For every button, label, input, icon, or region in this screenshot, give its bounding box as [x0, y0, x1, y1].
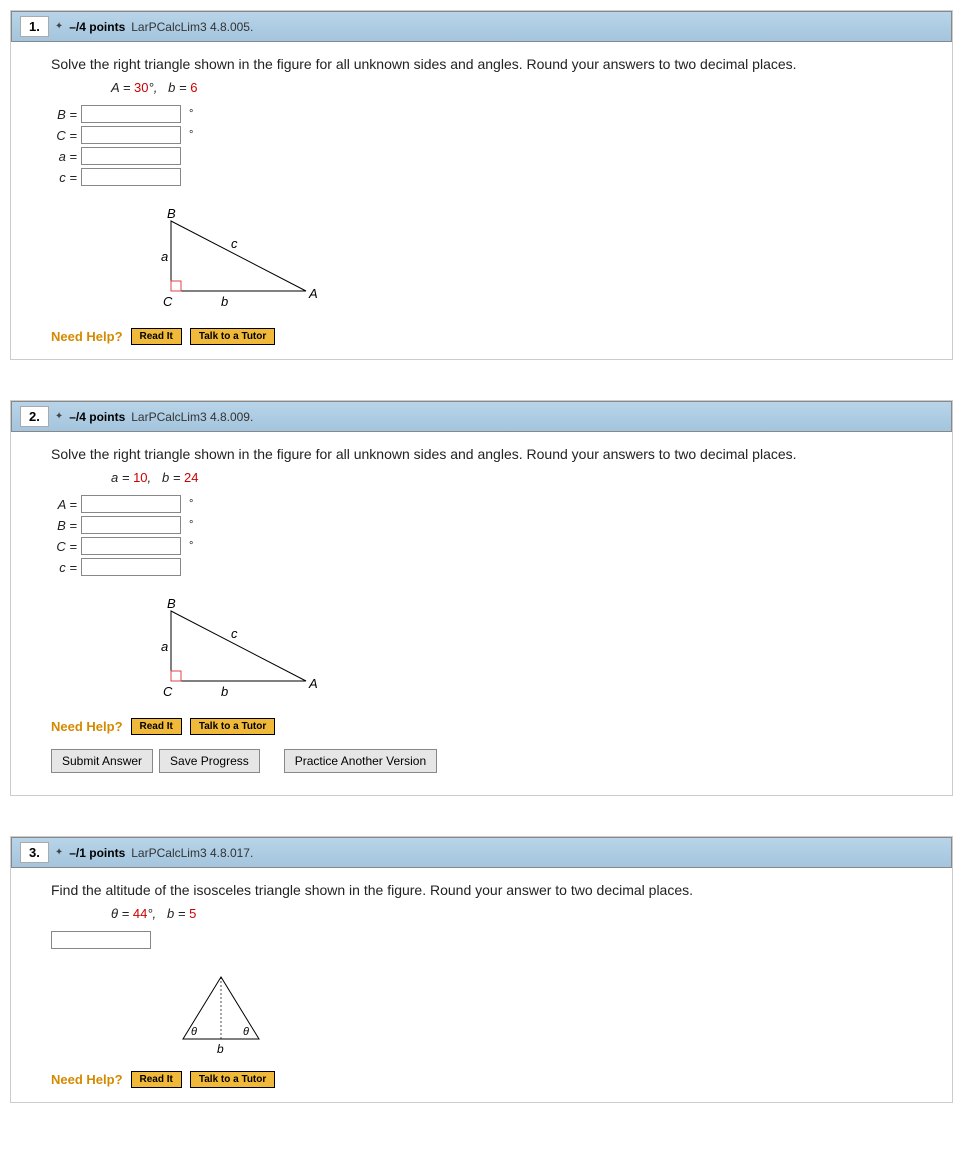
talk-tutor-button[interactable]: Talk to a Tutor [190, 328, 275, 345]
question-1: 1. ✦ –/4 points LarPCalcLim3 4.8.005. So… [10, 10, 953, 360]
svg-text:θ: θ [243, 1026, 249, 1038]
save-progress-button[interactable]: Save Progress [159, 749, 260, 773]
answer-row-c: c = [51, 558, 932, 576]
submit-answer-button[interactable]: Submit Answer [51, 749, 153, 773]
triangle-figure: B a c C b A [161, 596, 932, 706]
question-3: 3. ✦ –/1 points LarPCalcLim3 4.8.017. Fi… [10, 836, 953, 1103]
answer-row-C: C = ° [51, 537, 932, 555]
expand-icon[interactable]: ✦ [55, 411, 63, 422]
given-values: a = 10, b = 24 [111, 470, 932, 485]
need-help-label: Need Help? [51, 1072, 123, 1087]
svg-text:a: a [161, 249, 168, 264]
points-label: –/1 points [69, 846, 125, 860]
question-body: Solve the right triangle shown in the fi… [11, 42, 952, 359]
question-prompt: Solve the right triangle shown in the fi… [51, 56, 932, 72]
svg-text:A: A [308, 676, 318, 691]
question-2: 2. ✦ –/4 points LarPCalcLim3 4.8.009. So… [10, 400, 953, 796]
answer-input-B[interactable] [81, 516, 181, 534]
answer-input-A[interactable] [81, 495, 181, 513]
right-triangle-svg: B a c C b A [161, 206, 321, 316]
book-reference: LarPCalcLim3 4.8.017. [131, 846, 253, 860]
answer-input-c[interactable] [81, 168, 181, 186]
svg-text:C: C [163, 294, 173, 309]
question-prompt: Find the altitude of the isosceles trian… [51, 882, 932, 898]
answer-input-altitude[interactable] [51, 931, 151, 949]
triangle-figure: B a c C b A [161, 206, 932, 316]
question-header: 1. ✦ –/4 points LarPCalcLim3 4.8.005. [11, 11, 952, 42]
question-number: 2. [20, 406, 49, 427]
svg-text:c: c [231, 626, 238, 641]
answer-input-c[interactable] [81, 558, 181, 576]
svg-text:b: b [221, 294, 228, 309]
svg-text:b: b [221, 684, 228, 699]
answer-input-B[interactable] [81, 105, 181, 123]
need-help-bar: Need Help? Read It Talk to a Tutor [51, 1071, 932, 1088]
practice-another-button[interactable]: Practice Another Version [284, 749, 437, 773]
answer-row-B: B = ° [51, 516, 932, 534]
points-label: –/4 points [69, 20, 125, 34]
answer-row-a: a = [51, 147, 932, 165]
svg-text:a: a [161, 639, 168, 654]
answer-row-c: c = [51, 168, 932, 186]
question-body: Solve the right triangle shown in the fi… [11, 432, 952, 795]
talk-tutor-button[interactable]: Talk to a Tutor [190, 1071, 275, 1088]
question-prompt: Solve the right triangle shown in the fi… [51, 446, 932, 462]
answer-input-a[interactable] [81, 147, 181, 165]
isosceles-triangle-svg: θ θ b [171, 969, 271, 1059]
expand-icon[interactable]: ✦ [55, 847, 63, 858]
svg-text:b: b [217, 1042, 224, 1056]
read-it-button[interactable]: Read It [131, 1071, 182, 1088]
book-reference: LarPCalcLim3 4.8.005. [131, 20, 253, 34]
given-values: θ = 44°, b = 5 [111, 906, 932, 921]
answer-row-altitude [51, 931, 932, 949]
book-reference: LarPCalcLim3 4.8.009. [131, 410, 253, 424]
talk-tutor-button[interactable]: Talk to a Tutor [190, 718, 275, 735]
read-it-button[interactable]: Read It [131, 328, 182, 345]
svg-text:C: C [163, 684, 173, 699]
points-label: –/4 points [69, 410, 125, 424]
answer-input-C[interactable] [81, 126, 181, 144]
question-number: 3. [20, 842, 49, 863]
need-help-bar: Need Help? Read It Talk to a Tutor [51, 328, 932, 345]
need-help-label: Need Help? [51, 719, 123, 734]
svg-text:θ: θ [191, 1026, 197, 1038]
question-header: 3. ✦ –/1 points LarPCalcLim3 4.8.017. [11, 837, 952, 868]
question-body: Find the altitude of the isosceles trian… [11, 868, 952, 1102]
svg-text:B: B [167, 596, 176, 611]
svg-text:c: c [231, 236, 238, 251]
isosceles-figure: θ θ b [171, 969, 932, 1059]
action-bar: Submit Answer Save Progress Practice Ano… [51, 749, 932, 773]
need-help-bar: Need Help? Read It Talk to a Tutor [51, 718, 932, 735]
answer-row-B: B = ° [51, 105, 932, 123]
answer-row-C: C = ° [51, 126, 932, 144]
svg-text:B: B [167, 206, 176, 221]
need-help-label: Need Help? [51, 329, 123, 344]
expand-icon[interactable]: ✦ [55, 21, 63, 32]
question-header: 2. ✦ –/4 points LarPCalcLim3 4.8.009. [11, 401, 952, 432]
read-it-button[interactable]: Read It [131, 718, 182, 735]
right-triangle-svg: B a c C b A [161, 596, 321, 706]
answer-row-A: A = ° [51, 495, 932, 513]
answer-input-C[interactable] [81, 537, 181, 555]
svg-text:A: A [308, 286, 318, 301]
question-number: 1. [20, 16, 49, 37]
given-values: A = 30°, b = 6 [111, 80, 932, 95]
